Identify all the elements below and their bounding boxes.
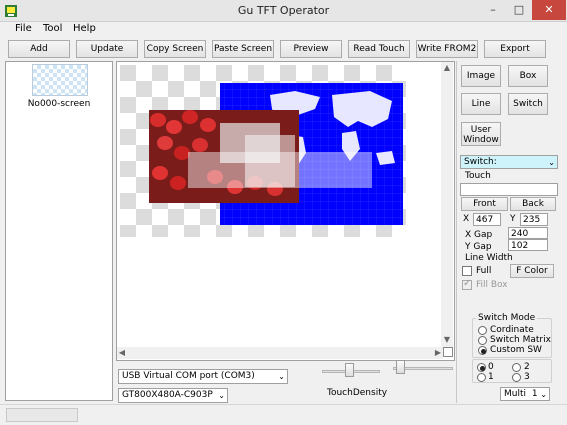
preview-button[interactable]: Preview <box>280 40 342 58</box>
user-window-tool-button[interactable]: User Window <box>461 122 501 146</box>
screen-list: No000-screen <box>5 61 113 401</box>
canvas-area <box>116 61 455 361</box>
check-icon: ✓ <box>463 278 472 289</box>
canvas-size-grip[interactable] <box>443 347 453 357</box>
image-tool-button[interactable]: Image <box>461 65 501 87</box>
touch-density-label: TouchDensity <box>327 388 388 398</box>
touch-label: Touch <box>465 171 491 181</box>
box-tool-button[interactable]: Box <box>508 65 548 87</box>
device-value: GT800X480A-C903P <box>122 390 213 400</box>
canvas-vertical-scrollbar[interactable]: ▲ ▼ <box>441 62 453 347</box>
menu-tool[interactable]: Tool <box>43 23 62 34</box>
paste-screen-button[interactable]: Paste Screen <box>212 40 274 58</box>
switch-mode-title: Switch Mode <box>476 313 538 323</box>
scroll-right-icon[interactable]: ▶ <box>433 347 443 359</box>
screen-label[interactable]: No000-screen <box>6 99 112 109</box>
update-button[interactable]: Update <box>76 40 138 58</box>
custom-sw-radio[interactable] <box>478 346 487 355</box>
chevron-down-icon: ⌄ <box>540 390 547 399</box>
fill-box-label: Fill Box <box>476 280 508 290</box>
status-field <box>6 408 78 422</box>
minimize-button[interactable]: – <box>480 0 506 20</box>
touch-input[interactable] <box>460 183 558 196</box>
touch-density-slider-thumb[interactable] <box>345 363 354 377</box>
chevron-down-icon: ⌄ <box>218 391 225 400</box>
full-label: Full <box>476 266 492 276</box>
com-port-value: USB Virtual COM port (COM3) <box>122 371 255 381</box>
add-button[interactable]: Add <box>8 40 70 58</box>
x-input[interactable]: 467 <box>473 213 501 226</box>
channel-1-radio[interactable] <box>477 373 486 382</box>
xgap-input[interactable]: 240 <box>508 227 548 239</box>
x-label: X <box>463 214 470 224</box>
full-checkbox[interactable] <box>462 266 472 276</box>
write-from2-button[interactable]: Write FROM2 <box>416 40 478 58</box>
copy-screen-button[interactable]: Copy Screen <box>144 40 206 58</box>
status-bar <box>0 404 567 425</box>
switch-select-value: Switch: <box>464 157 497 167</box>
device-select[interactable]: GT800X480A-C903P ⌄ <box>118 388 228 403</box>
fill-box-checkbox[interactable]: ✓ <box>462 278 472 290</box>
cordinate-radio[interactable] <box>478 326 487 335</box>
y-input[interactable]: 235 <box>520 213 548 226</box>
scroll-up-icon[interactable]: ▲ <box>441 62 453 74</box>
channel-3-label: 3 <box>524 372 530 382</box>
multi-value: Multi <box>504 389 526 399</box>
custom-sw-label: Custom SW <box>490 345 542 355</box>
line-tool-button[interactable]: Line <box>461 93 501 115</box>
switch-tool-button[interactable]: Switch <box>508 93 548 115</box>
switch-select[interactable]: Switch: ⌄ <box>460 155 558 169</box>
com-port-select[interactable]: USB Virtual COM port (COM3) ⌄ <box>118 369 288 384</box>
menu-help[interactable]: Help <box>73 23 96 34</box>
ygap-label: Y Gap <box>465 242 492 252</box>
channel-3-radio[interactable] <box>512 373 521 382</box>
scroll-down-icon[interactable]: ▼ <box>441 334 453 346</box>
menu-file[interactable]: File <box>15 23 32 34</box>
multi-count: 1 <box>531 389 538 399</box>
close-button[interactable]: ✕ <box>532 0 566 20</box>
f-color-button[interactable]: F Color <box>510 264 554 278</box>
ygap-input[interactable]: 102 <box>508 239 548 251</box>
export-button[interactable]: Export <box>484 40 546 58</box>
y-label: Y <box>510 214 516 224</box>
screen-thumbnail[interactable] <box>32 64 88 96</box>
front-button[interactable]: Front <box>461 197 508 211</box>
read-touch-button[interactable]: Read Touch <box>348 40 410 58</box>
line-width-label: Line Width <box>465 253 513 263</box>
channel-0-label: 0 <box>488 362 494 372</box>
canvas-horizontal-scrollbar[interactable]: ◀ ▶ <box>117 347 443 359</box>
multi-select[interactable]: Multi 1 ⌄ <box>500 387 550 401</box>
switch-matrix-label: Switch Matrix <box>490 335 551 345</box>
cordinate-label: Cordinate <box>490 325 534 335</box>
xgap-label: X Gap <box>465 230 493 240</box>
selection-box[interactable] <box>188 152 372 188</box>
channel-1-label: 1 <box>488 372 494 382</box>
chevron-down-icon: ⌄ <box>548 158 555 167</box>
channel-2-label: 2 <box>524 362 530 372</box>
screen-canvas[interactable] <box>120 65 406 237</box>
switch-matrix-radio[interactable] <box>478 336 487 345</box>
channel-0-radio[interactable] <box>477 363 486 372</box>
secondary-slider-thumb[interactable] <box>396 360 405 374</box>
maximize-button[interactable]: □ <box>506 0 532 20</box>
back-button[interactable]: Back <box>510 197 556 211</box>
channel-2-radio[interactable] <box>512 363 521 372</box>
chevron-down-icon: ⌄ <box>278 372 285 381</box>
scroll-left-icon[interactable]: ◀ <box>117 347 127 359</box>
